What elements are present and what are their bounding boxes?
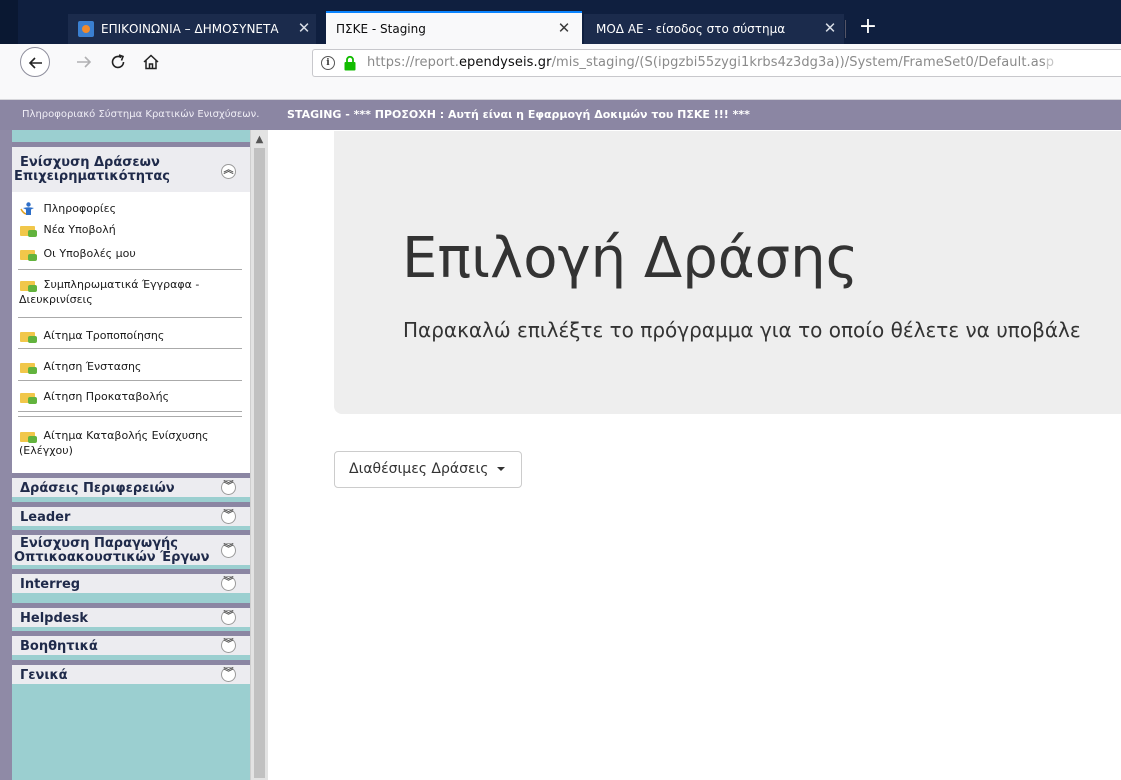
collapse-chevron-icon[interactable]: ︽ bbox=[221, 164, 236, 179]
caret-down-icon bbox=[496, 467, 505, 471]
folder-icon bbox=[20, 224, 37, 237]
menu-divider bbox=[18, 317, 242, 318]
available-actions-dropdown[interactable]: Διαθέσιμες Δράσεις bbox=[334, 451, 522, 488]
folder-icon bbox=[20, 391, 37, 404]
folder-icon bbox=[20, 279, 37, 292]
url-bar[interactable]: i https://report.ependyseis.gr/mis_stagi… bbox=[312, 49, 1121, 77]
panel-title: Βοηθητικά bbox=[20, 639, 98, 654]
menu-item-label-line2: (Ελέγχου) bbox=[19, 444, 73, 457]
expand-chevron-icon[interactable]: ︾ bbox=[221, 576, 236, 591]
panel-title: Δράσεις Περιφερειών bbox=[20, 481, 175, 496]
left-frame-edge bbox=[0, 130, 12, 780]
staging-notice: STAGING - *** ΠΡΟΣΟΧΗ : Αυτή είναι η Εφα… bbox=[287, 108, 750, 121]
close-tab-icon[interactable]: ✕ bbox=[822, 20, 838, 36]
panel-body: Πληροφορίες Νέα Υποβολή Οι Υποβολές μου … bbox=[12, 192, 250, 473]
panel-title: Interreg bbox=[20, 577, 81, 592]
menu-divider bbox=[18, 411, 242, 412]
scrollbar-thumb[interactable] bbox=[254, 148, 265, 778]
expand-chevron-icon[interactable]: ︾ bbox=[221, 638, 236, 653]
panel-header-genika[interactable]: Γενικά ︾ bbox=[12, 660, 250, 684]
tab-title: ΜΟΔ ΑΕ - είσοδος στο σύστημα bbox=[596, 22, 786, 36]
tab-title: ΕΠΙΚΟΙΝΩΝΙΑ – ΔΗΜΟΣΥΝΕΤΑ bbox=[101, 22, 279, 36]
expand-chevron-icon[interactable]: ︾ bbox=[221, 543, 236, 558]
url-text: https://report.ependyseis.gr/mis_staging… bbox=[367, 55, 1055, 70]
panel-title: Leader bbox=[20, 510, 71, 525]
tab-strip-edge bbox=[0, 0, 18, 44]
panel-header-leader[interactable]: Leader ︾ bbox=[12, 502, 250, 526]
menu-item-advance-request[interactable]: Αίτηση Προκαταβολής bbox=[20, 390, 169, 404]
expand-chevron-icon[interactable]: ︾ bbox=[221, 480, 236, 495]
tab-title: ΠΣΚΕ - Staging bbox=[336, 21, 426, 36]
menu-item-label: Αίτημα Τροποποίησης bbox=[43, 329, 165, 342]
menu-item-label: Αίτηση Ένστασης bbox=[43, 360, 142, 373]
menu-item-payment-request[interactable]: Αίτημα Καταβολής Ενίσχυσης (Ελέγχου) bbox=[19, 429, 209, 457]
folder-icon bbox=[20, 248, 37, 261]
staging-banner: Πληροφοριακό Σύστημα Κρατικών Ενισχύσεων… bbox=[0, 100, 1121, 130]
menu-item-supplementary-docs[interactable]: Συμπληρωματικά Έγγραφα - Διευκρινίσεις bbox=[19, 278, 200, 306]
menu-item-amendment-request[interactable]: Αίτημα Τροποποίησης bbox=[20, 329, 164, 343]
menu-divider bbox=[18, 380, 242, 381]
expand-chevron-icon[interactable]: ︾ bbox=[221, 610, 236, 625]
page-subtitle: Παρακαλώ επιλέξτε το πρόγραμμα για το οπ… bbox=[403, 318, 1081, 342]
back-button[interactable] bbox=[20, 47, 50, 77]
folder-icon bbox=[20, 330, 37, 343]
home-button[interactable] bbox=[141, 52, 161, 72]
menu-divider bbox=[18, 348, 242, 349]
arrow-right-icon bbox=[77, 56, 92, 68]
menu-divider bbox=[18, 416, 242, 417]
menu-item-label: Αίτημα Καταβολής Ενίσχυσης bbox=[43, 429, 209, 442]
menu-item-label: Αίτηση Προκαταβολής bbox=[43, 390, 170, 403]
arrow-left-icon bbox=[28, 57, 42, 69]
folder-icon bbox=[20, 430, 37, 443]
tab-mod-ae[interactable]: ΜΟΔ ΑΕ - είσοδος στο σύστημα ✕ bbox=[584, 14, 844, 44]
menu-item-new-submission[interactable]: Νέα Υποβολή bbox=[20, 223, 116, 237]
menu-item-label: Οι Υποβολές μου bbox=[43, 247, 136, 260]
info-icon[interactable]: i bbox=[321, 56, 335, 70]
expand-chevron-icon[interactable]: ︾ bbox=[221, 509, 236, 524]
lock-icon[interactable] bbox=[343, 55, 357, 71]
tab-pske-staging[interactable]: ΠΣΚΕ - Staging ✕ bbox=[326, 11, 582, 44]
expand-chevron-icon[interactable]: ︾ bbox=[221, 667, 236, 682]
reload-button[interactable] bbox=[108, 52, 128, 72]
site-favicon-icon bbox=[78, 21, 94, 37]
panel-header-epixeirimatikotita[interactable]: Ενίσχυση Δράσεων Επιχειρηματικότητας ︽ bbox=[12, 142, 250, 192]
system-name: Πληροφοριακό Σύστημα Κρατικών Ενισχύσεων… bbox=[22, 109, 260, 120]
panel-header-drases-perifereion[interactable]: Δράσεις Περιφερειών ︾ bbox=[12, 473, 250, 497]
sidebar-scrollbar[interactable]: ▲ bbox=[250, 130, 268, 780]
panel-header-voithitika[interactable]: Βοηθητικά ︾ bbox=[12, 631, 250, 655]
dropdown-label: Διαθέσιμες Δράσεις bbox=[349, 461, 489, 477]
panel-title: Ενίσχυση Δράσεων Επιχειρηματικότητας bbox=[14, 155, 170, 184]
tab-divider bbox=[845, 20, 846, 38]
panel-header-optikoakoustika[interactable]: Ενίσχυση Παραγωγής Οπτικοακουστικών Έργων… bbox=[12, 530, 250, 565]
scroll-up-arrow-icon[interactable]: ▲ bbox=[251, 130, 268, 148]
forward-button[interactable] bbox=[74, 52, 94, 72]
menu-item-label: Συμπληρωματικά Έγγραφα - bbox=[43, 278, 200, 291]
menu-item-label: Πληροφορίες bbox=[43, 202, 117, 215]
menu-item-info[interactable]: Πληροφορίες bbox=[20, 202, 116, 216]
menu-item-label: Νέα Υποβολή bbox=[43, 223, 116, 236]
reload-icon bbox=[111, 54, 125, 69]
page-title: Επιλογή Δράσης bbox=[402, 226, 859, 291]
panel-header-helpdesk[interactable]: Helpdesk ︾ bbox=[12, 603, 250, 627]
close-tab-icon[interactable]: ✕ bbox=[296, 20, 312, 36]
panel-title: Γενικά bbox=[20, 668, 68, 683]
folder-icon bbox=[20, 361, 37, 374]
menu-divider bbox=[18, 269, 242, 270]
info-person-icon bbox=[20, 202, 34, 215]
menu-item-objection-request[interactable]: Αίτηση Ένστασης bbox=[20, 360, 141, 374]
new-tab-button[interactable]: + bbox=[856, 16, 880, 40]
home-icon bbox=[143, 54, 159, 70]
tab-epikoinonia[interactable]: ΕΠΙΚΟΙΝΩΝΙΑ – ΔΗΜΟΣΥΝΕΤΑ ✕ bbox=[68, 14, 316, 44]
close-tab-icon[interactable]: ✕ bbox=[556, 20, 572, 36]
panel-title: Helpdesk bbox=[20, 611, 88, 626]
menu-item-my-submissions[interactable]: Οι Υποβολές μου bbox=[20, 247, 136, 261]
menu-item-label-line2: Διευκρινίσεις bbox=[19, 293, 93, 306]
panel-header-interreg[interactable]: Interreg ︾ bbox=[12, 569, 250, 593]
panel-title: Ενίσχυση Παραγωγής Οπτικοακουστικών Έργων bbox=[14, 536, 210, 565]
sidebar-menu: Ενίσχυση Δράσεων Επιχειρηματικότητας ︽ Πλ… bbox=[12, 130, 250, 780]
